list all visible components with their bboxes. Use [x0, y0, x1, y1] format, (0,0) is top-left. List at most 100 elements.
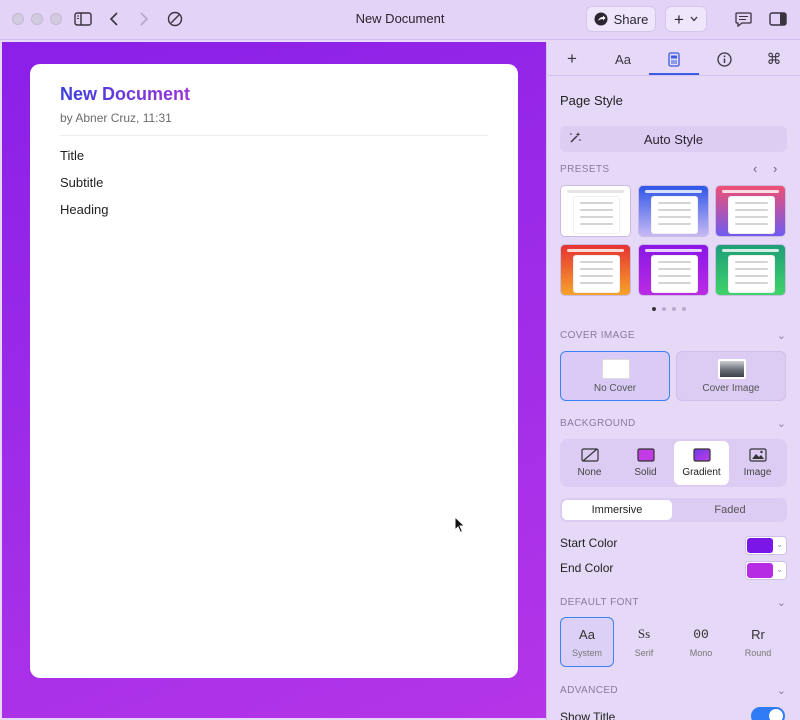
page-dot[interactable]	[672, 307, 676, 311]
end-color-swatch	[747, 563, 773, 578]
background-none-option[interactable]: None	[562, 441, 617, 485]
active-tab-indicator	[649, 73, 699, 75]
document-line[interactable]: Title	[60, 148, 488, 163]
default-font-heading: DEFAULT FONT	[560, 597, 639, 608]
minimize-window-button[interactable]	[31, 13, 43, 25]
magic-wand-icon	[568, 131, 582, 148]
document-line[interactable]: Heading	[60, 202, 488, 217]
font-serif-option[interactable]: Ss Serif	[617, 617, 671, 667]
background-image-option[interactable]: Image	[730, 441, 785, 485]
start-color-label: Start Color	[560, 536, 618, 550]
presets-prev-button[interactable]: ‹	[753, 161, 757, 176]
chevron-down-icon[interactable]: ⌄	[777, 329, 786, 342]
chevron-left-icon: ‹	[753, 161, 758, 176]
auto-style-label: Auto Style	[643, 131, 704, 147]
chevron-down-icon: ⌄	[776, 565, 783, 574]
document-title[interactable]: New Document	[60, 84, 190, 105]
inspector-tabs: + Aa ⌘	[547, 42, 800, 76]
add-menu-button[interactable]: +	[665, 6, 707, 32]
back-button[interactable]	[106, 8, 122, 30]
presets-page-indicator	[652, 307, 686, 311]
end-color-label: End Color	[560, 561, 614, 575]
font-glyph: Rr	[751, 626, 765, 642]
cover-image-option[interactable]: Cover Image	[676, 351, 786, 401]
preset-header-bar	[645, 190, 702, 193]
presets-next-button[interactable]: ›	[773, 161, 777, 176]
start-color-picker[interactable]: ⌄	[745, 536, 787, 555]
tab-info[interactable]	[699, 42, 749, 76]
chevron-left-icon	[109, 12, 118, 26]
tab-shortcuts[interactable]: ⌘	[749, 42, 799, 76]
page-dot[interactable]	[652, 307, 656, 311]
tab-add[interactable]: +	[547, 42, 597, 76]
end-color-picker[interactable]: ⌄	[745, 561, 787, 580]
background-solid-option[interactable]: Solid	[618, 441, 673, 485]
command-icon: ⌘	[766, 51, 782, 68]
tab-page-style[interactable]	[649, 42, 699, 76]
no-cover-option[interactable]: No Cover	[560, 351, 670, 401]
page-style-title: Page Style	[560, 93, 623, 108]
chevron-right-icon	[140, 12, 149, 26]
chevron-down-icon[interactable]: ⌄	[777, 417, 786, 430]
share-label: Share	[613, 11, 649, 27]
font-mono-option[interactable]: 00 Mono	[674, 617, 728, 667]
font-label: Mono	[689, 647, 713, 658]
chevron-down-icon[interactable]: ⌄	[777, 596, 786, 609]
inspector-toggle-button[interactable]	[767, 8, 789, 30]
background-mode-selector: Immersive Faded	[560, 498, 787, 522]
sidebar-icon	[74, 12, 92, 26]
window-title: New Document	[355, 11, 445, 26]
zoom-window-button[interactable]	[50, 13, 62, 25]
show-title-toggle[interactable]	[751, 707, 785, 720]
title-divider	[60, 135, 488, 136]
chevron-down-icon[interactable]: ⌄	[777, 684, 786, 697]
start-color-row: Start Color ⌄	[560, 536, 787, 556]
preset-white[interactable]	[560, 185, 631, 237]
info-icon	[716, 51, 732, 67]
preset-pink-purple[interactable]	[715, 185, 786, 237]
text-style-label: Aa	[615, 51, 631, 67]
page-dot[interactable]	[662, 307, 666, 311]
page-dot[interactable]	[682, 307, 686, 311]
explore-button[interactable]	[166, 8, 184, 30]
gradient-label: Gradient	[682, 467, 721, 478]
preset-page-thumbnail	[573, 196, 620, 234]
preset-header-bar	[567, 190, 624, 193]
font-system-option[interactable]: Aa System	[560, 617, 614, 667]
auto-style-button[interactable]: Auto Style	[560, 126, 787, 152]
tab-text-style[interactable]: Aa	[598, 42, 648, 76]
close-window-button[interactable]	[12, 13, 24, 25]
preset-header-bar	[645, 249, 702, 252]
faded-option[interactable]: Faded	[675, 500, 785, 520]
chevron-right-icon: ›	[773, 161, 778, 176]
document-line[interactable]: Subtitle	[60, 175, 488, 190]
document-canvas: New Document by Abner Cruz, 11:31 Title …	[2, 42, 546, 718]
page-style-icon	[668, 51, 680, 67]
preset-header-bar	[567, 249, 624, 252]
preset-page-thumbnail	[728, 255, 775, 293]
comments-button[interactable]	[733, 8, 753, 30]
font-label: Round	[744, 647, 772, 658]
preset-blue[interactable]	[638, 185, 709, 237]
forward-button[interactable]	[136, 8, 152, 30]
document-byline: by Abner Cruz, 11:31	[60, 111, 172, 125]
document-page[interactable]: New Document by Abner Cruz, 11:31 Title …	[30, 64, 518, 678]
chevron-down-icon	[690, 16, 698, 22]
preset-purple[interactable]	[638, 244, 709, 296]
preset-green[interactable]	[715, 244, 786, 296]
font-round-option[interactable]: Rr Round	[731, 617, 785, 667]
preset-red-orange[interactable]	[560, 244, 631, 296]
chevron-down-icon: ⌄	[776, 540, 783, 549]
font-glyph: 00	[693, 626, 709, 642]
plus-icon: +	[674, 9, 684, 29]
immersive-option[interactable]: Immersive	[562, 500, 672, 520]
image-icon	[748, 448, 767, 462]
preset-header-bar	[722, 249, 779, 252]
background-gradient-option[interactable]: Gradient	[674, 441, 729, 485]
solid-swatch-icon	[636, 448, 655, 462]
share-button[interactable]: Share	[586, 6, 656, 32]
share-icon	[594, 12, 608, 26]
font-label: Serif	[634, 648, 654, 658]
sidebar-toggle-button[interactable]	[73, 8, 93, 30]
preset-page-thumbnail	[651, 196, 698, 234]
